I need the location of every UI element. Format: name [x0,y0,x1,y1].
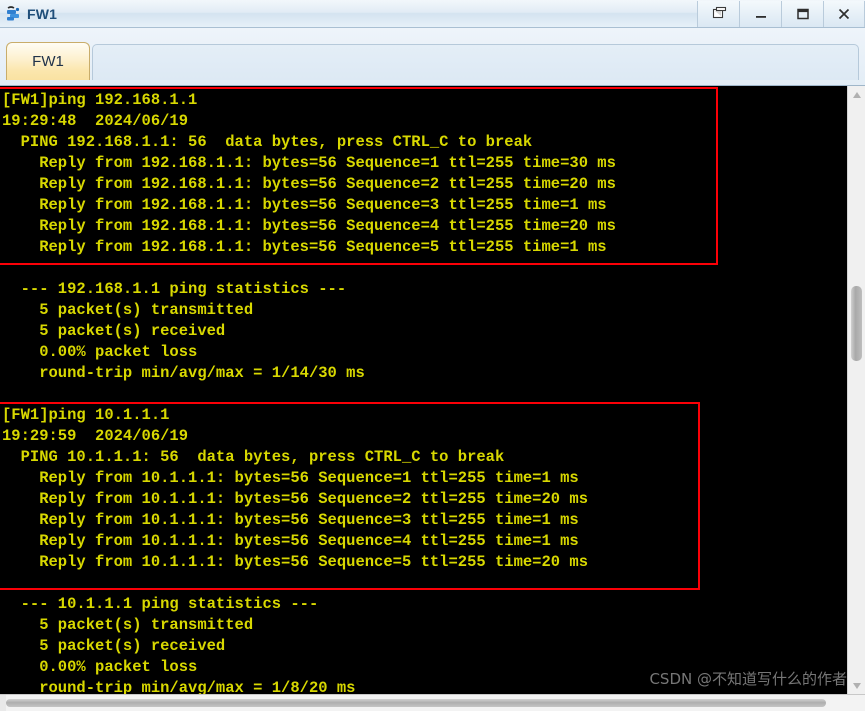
tab-strip: FW1 [0,28,865,86]
window-title: FW1 [27,5,58,22]
terminal-line: 0.00% packet loss [2,658,198,676]
terminal-line: Reply from 192.168.1.1: bytes=56 Sequenc… [2,154,616,172]
terminal-line: Reply from 10.1.1.1: bytes=56 Sequence=2… [2,490,588,508]
close-window-button[interactable] [823,0,865,27]
terminal-line: 5 packet(s) transmitted [2,301,254,319]
terminal-area: [FW1]ping 192.168.1.1 19:29:48 2024/06/19… [0,86,865,711]
minimize-window-button[interactable] [739,0,781,27]
terminal-line: 5 packet(s) received [2,637,226,655]
vertical-scrollbar-thumb[interactable] [851,286,862,361]
terminal-line: 5 packet(s) received [2,322,226,340]
maximize-window-button[interactable] [781,0,823,27]
terminal-line: round-trip min/avg/max = 1/8/20 ms [2,679,356,694]
tab-strip-empty-area [92,44,859,80]
tab-fw1-label: FW1 [32,53,64,70]
horizontal-scrollbar[interactable] [0,694,865,711]
window-title-bar: FW1 [0,0,865,28]
terminal-line: Reply from 192.168.1.1: bytes=56 Sequenc… [2,217,616,235]
terminal-line: 0.00% packet loss [2,343,198,361]
restore-window-button[interactable] [697,0,739,27]
terminal-line: Reply from 10.1.1.1: bytes=56 Sequence=4… [2,532,579,550]
terminal-line: Reply from 10.1.1.1: bytes=56 Sequence=1… [2,469,579,487]
terminal-line: Reply from 10.1.1.1: bytes=56 Sequence=3… [2,511,579,529]
terminal-line: Reply from 10.1.1.1: bytes=56 Sequence=5… [2,553,588,571]
terminal-line: --- 10.1.1.1 ping statistics --- [2,595,319,613]
terminal-line: Reply from 192.168.1.1: bytes=56 Sequenc… [2,175,616,193]
tab-strip-inner: FW1 [0,34,865,80]
terminal-line: Reply from 192.168.1.1: bytes=56 Sequenc… [2,196,607,214]
terminal-line: 5 packet(s) transmitted [2,616,254,634]
terminal-line: round-trip min/avg/max = 1/14/30 ms [2,364,365,382]
scroll-up-arrow-icon[interactable] [848,86,865,103]
firewall-device-icon [4,4,24,24]
terminal-line: PING 192.168.1.1: 56 data bytes, press C… [2,133,533,151]
terminal-line: --- 192.168.1.1 ping statistics --- [2,280,347,298]
terminal-line: Reply from 192.168.1.1: bytes=56 Sequenc… [2,238,607,256]
vertical-scrollbar[interactable] [847,86,865,694]
terminal-line: [FW1]ping 10.1.1.1 [2,406,170,424]
terminal-line: 19:29:48 2024/06/19 [2,112,189,130]
terminal-line: [FW1]ping 192.168.1.1 [2,91,198,109]
terminal-line: PING 10.1.1.1: 56 data bytes, press CTRL… [2,448,505,466]
terminal-line: 19:29:59 2024/06/19 [2,427,189,445]
tab-fw1[interactable]: FW1 [6,42,90,80]
scroll-down-arrow-icon[interactable] [848,677,865,694]
horizontal-scrollbar-thumb[interactable] [6,699,826,707]
terminal-output[interactable]: [FW1]ping 192.168.1.1 19:29:48 2024/06/19… [0,86,847,694]
